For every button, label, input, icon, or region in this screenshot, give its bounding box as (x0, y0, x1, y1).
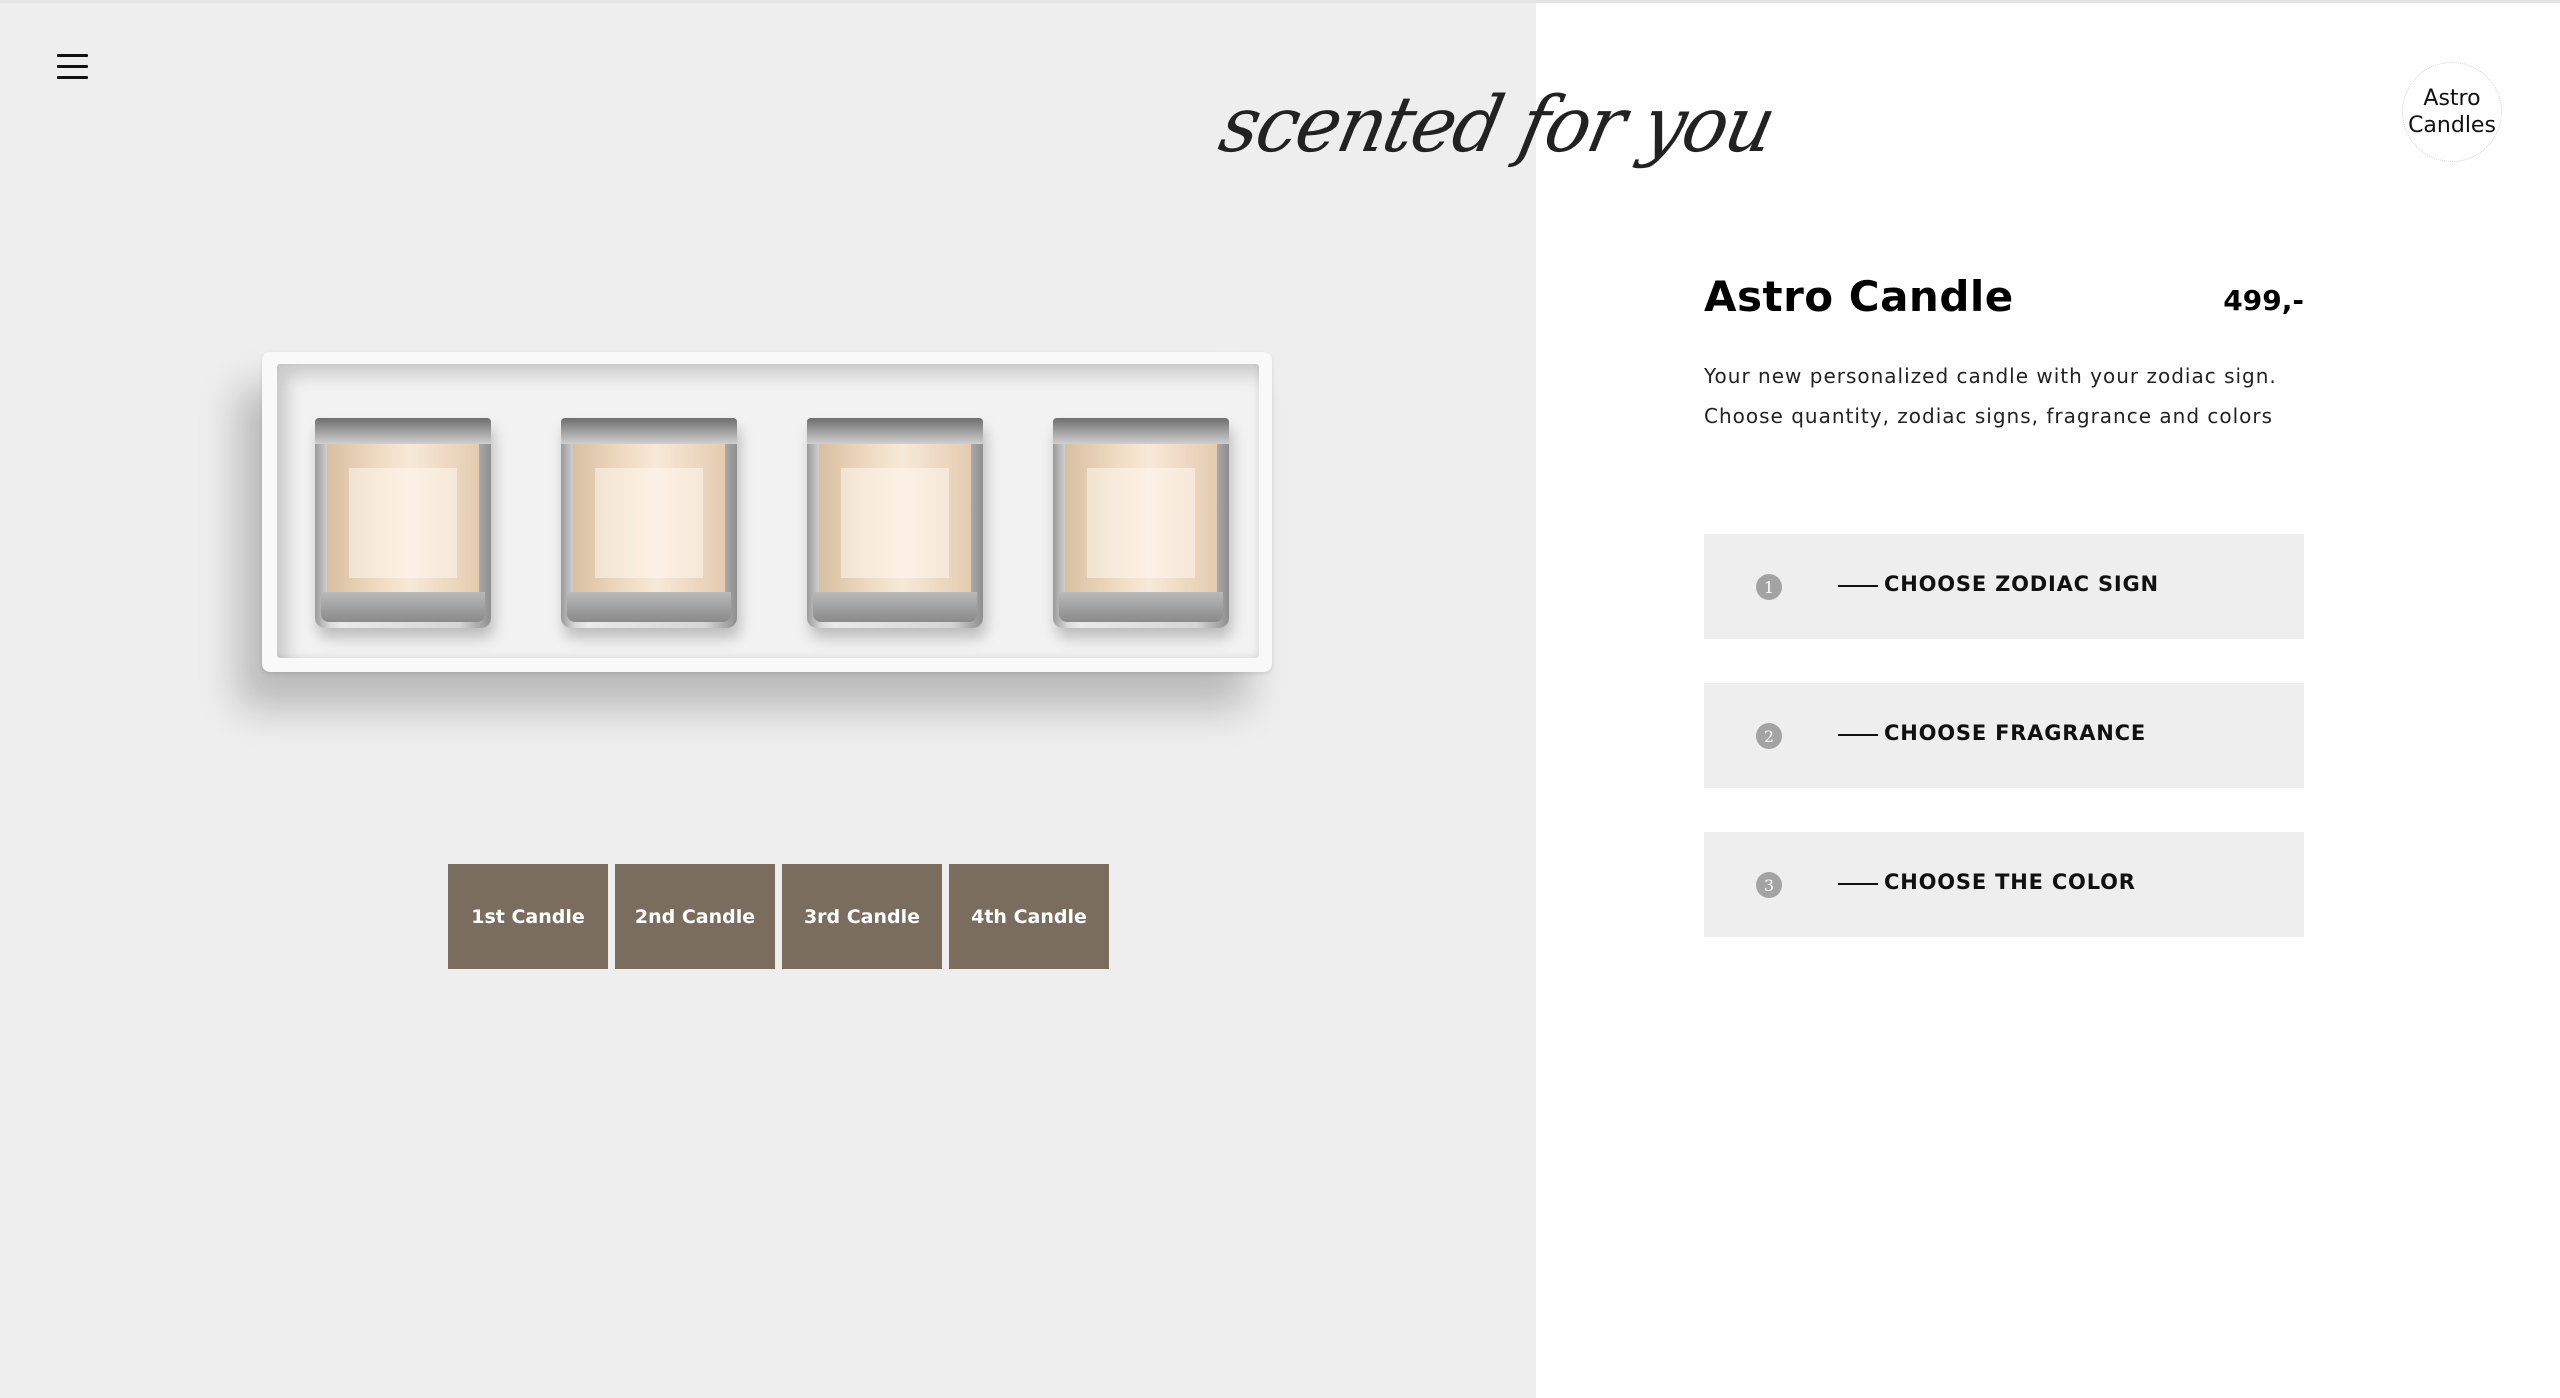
step-number-badge: 1 (1756, 574, 1782, 600)
tab-3rd-candle[interactable]: 3rd Candle (782, 864, 942, 969)
candle-box-image (262, 352, 1272, 677)
tab-1st-candle[interactable]: 1st Candle (448, 864, 608, 969)
step-dash (1838, 734, 1878, 736)
description-line-2: Choose quantity, zodiac signs, fragrance… (1704, 404, 2274, 428)
gift-box (262, 352, 1272, 672)
candle-glass-3 (807, 418, 983, 628)
step-label: CHOOSE THE COLOR (1884, 870, 2136, 894)
step-dash (1838, 585, 1878, 587)
gift-box-tray (277, 364, 1259, 658)
step-number-badge: 3 (1756, 872, 1782, 898)
step-choose-fragrance[interactable]: 2 CHOOSE FRAGRANCE (1704, 683, 2304, 788)
configuration-steps: 1 CHOOSE ZODIAC SIGN 2 CHOOSE FRAGRANCE … (1704, 534, 2304, 981)
candle-glass-1 (315, 418, 491, 628)
top-border (0, 0, 2560, 3)
logo-line-1: Astro (2423, 86, 2481, 111)
tab-4th-candle[interactable]: 4th Candle (949, 864, 1109, 969)
step-choose-the-color[interactable]: 3 CHOOSE THE COLOR (1704, 832, 2304, 937)
logo-line-2: Candles (2408, 113, 2496, 138)
description-line-1: Your new personalized candle with your z… (1704, 364, 2277, 388)
step-label: CHOOSE FRAGRANCE (1884, 721, 2147, 745)
product-price: 499,- (2223, 284, 2304, 317)
step-number-badge: 2 (1756, 723, 1782, 749)
product-title: Astro Candle (1704, 272, 2014, 321)
product-description: Your new personalized candle with your z… (1704, 356, 2344, 436)
tab-2nd-candle[interactable]: 2nd Candle (615, 864, 775, 969)
candle-glass-2 (561, 418, 737, 628)
candle-glass-4 (1053, 418, 1229, 628)
astro-candles-logo[interactable]: Astro Candles (2402, 62, 2502, 162)
step-dash (1838, 883, 1878, 885)
tagline: scented for you (1212, 62, 1781, 212)
tagline-text: scented for you (1212, 79, 1782, 171)
hamburger-menu-icon[interactable] (52, 50, 92, 84)
step-label: CHOOSE ZODIAC SIGN (1884, 572, 2159, 596)
step-choose-zodiac-sign[interactable]: 1 CHOOSE ZODIAC SIGN (1704, 534, 2304, 639)
candle-selector: 1st Candle 2nd Candle 3rd Candle 4th Can… (448, 864, 1109, 969)
